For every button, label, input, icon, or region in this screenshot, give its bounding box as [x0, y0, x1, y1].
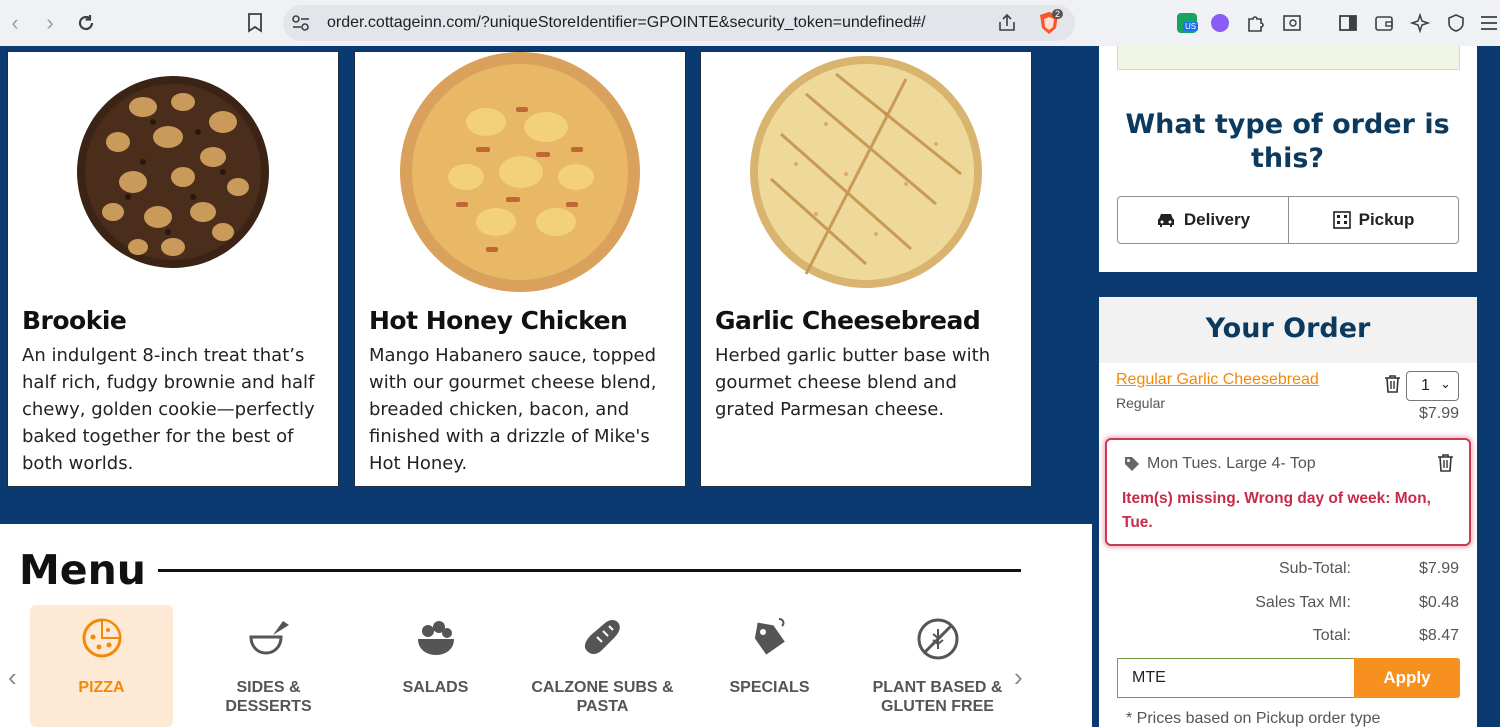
- coupon-name: Mon Tues. Large 4- Top: [1147, 455, 1316, 472]
- notice-box: [1117, 46, 1460, 70]
- shield-count-badge: 2: [1052, 9, 1064, 19]
- product-card-hot-honey-chicken[interactable]: Hot Honey Chicken Mango Habanero sauce, …: [354, 51, 686, 487]
- product-description: Mango Habanero sauce, topped with our go…: [369, 345, 657, 474]
- product-card-garlic-cheesebread[interactable]: Garlic Cheesebread Herbed garlic butter …: [700, 51, 1032, 487]
- share-icon[interactable]: [997, 13, 1017, 38]
- tag-icon: [1124, 456, 1140, 477]
- product-title: Brookie: [22, 306, 127, 335]
- order-item-size: Regular: [1116, 395, 1166, 411]
- browser-toolbar: ‹ › order.cottageinn.com/?uniqueStoreIde…: [0, 0, 1500, 47]
- order-type-question: What type of order is this?: [1125, 109, 1450, 174]
- back-icon[interactable]: ‹: [1, 9, 29, 37]
- tax-value: $0.48: [1418, 594, 1459, 611]
- order-item-price: $7.99: [1418, 405, 1459, 422]
- reload-icon[interactable]: [72, 9, 100, 37]
- site-settings-icon[interactable]: [291, 14, 311, 37]
- quantity-select[interactable]: 1 ⌄: [1406, 371, 1459, 401]
- promo-code-input[interactable]: [1117, 658, 1355, 698]
- carousel-prev-icon[interactable]: ‹: [8, 662, 17, 693]
- bookmark-icon[interactable]: [241, 9, 269, 37]
- pricing-note: * Prices based on Pickup order type: [1126, 710, 1381, 727]
- tag-icon: [698, 617, 841, 661]
- delivery-label: Delivery: [1183, 210, 1251, 229]
- url-text[interactable]: order.cottageinn.com/?uniqueStoreIdentif…: [327, 14, 926, 32]
- brookie-image: [8, 52, 338, 292]
- category-label: CALZONE SUBS & PASTA: [531, 679, 674, 715]
- brave-shield-icon[interactable]: 2: [1038, 9, 1064, 35]
- menu-hamburger-icon[interactable]: [1478, 12, 1500, 34]
- address-bar[interactable]: order.cottageinn.com/?uniqueStoreIdentif…: [283, 5, 1075, 41]
- carousel-next-icon[interactable]: ›: [1014, 662, 1023, 693]
- menu-divider: [158, 569, 1021, 572]
- pickup-button[interactable]: Pickup: [1288, 196, 1459, 244]
- apply-button[interactable]: Apply: [1354, 658, 1460, 698]
- category-label: SPECIALS: [729, 679, 810, 696]
- sidebar-toggle-icon[interactable]: [1337, 12, 1359, 34]
- category-specials[interactable]: SPECIALS: [698, 605, 841, 727]
- category-label: SALADS: [402, 679, 469, 696]
- extension-badge: US: [1183, 22, 1199, 31]
- chevron-down-icon: ⌄: [1440, 376, 1451, 391]
- category-pizza[interactable]: PIZZA: [30, 605, 173, 727]
- total-value: $8.47: [1418, 627, 1459, 644]
- order-item-link[interactable]: Regular Garlic Cheesebread: [1116, 371, 1319, 389]
- no-gluten-icon: [866, 617, 1009, 661]
- subtotal-value: $7.99: [1418, 560, 1459, 577]
- remove-coupon-icon[interactable]: [1437, 453, 1454, 477]
- pizza-icon: [30, 617, 173, 661]
- wallet-icon[interactable]: [1373, 12, 1395, 34]
- reader-mode-icon[interactable]: [1281, 12, 1303, 34]
- total-label: Total:: [1312, 627, 1351, 644]
- vpn-extension-icon[interactable]: US: [1176, 12, 1199, 34]
- leo-ai-icon[interactable]: [1409, 12, 1431, 34]
- category-salads[interactable]: SALADS: [364, 605, 507, 727]
- quantity-value: 1: [1421, 377, 1430, 394]
- category-label: PLANT BASED & GLUTEN FREE: [872, 679, 1003, 715]
- category-calzone-subs-pasta[interactable]: CALZONE SUBS & PASTA: [531, 605, 674, 727]
- product-card-brookie[interactable]: Brookie An indulgent 8-inch treat that’s…: [7, 51, 339, 487]
- coupon-card: Mon Tues. Large 4- Top Item(s) missing. …: [1105, 438, 1471, 546]
- pickup-label: Pickup: [1358, 210, 1415, 229]
- hot-honey-chicken-image: [355, 52, 685, 292]
- salad-icon: [364, 617, 507, 661]
- extension-purple-icon[interactable]: [1209, 12, 1231, 34]
- garlic-cheesebread-image: [701, 52, 1031, 292]
- delivery-button[interactable]: Delivery: [1117, 196, 1289, 244]
- product-description: An indulgent 8-inch treat that’s half ri…: [22, 345, 315, 474]
- car-icon: [1157, 214, 1174, 227]
- dessert-bowl-icon: [197, 617, 340, 661]
- category-plant-based-gluten-free[interactable]: PLANT BASED & GLUTEN FREE: [866, 605, 1009, 727]
- product-description: Herbed garlic butter base with gourmet c…: [715, 345, 991, 420]
- vpn-shield-icon[interactable]: [1445, 12, 1467, 34]
- coupon-error-message: Item(s) missing. Wrong day of week: Mon,…: [1122, 490, 1431, 531]
- category-label: PIZZA: [78, 679, 125, 696]
- product-title: Garlic Cheesebread: [715, 306, 981, 335]
- store-icon: [1332, 211, 1351, 229]
- bread-icon: [531, 617, 674, 661]
- product-title: Hot Honey Chicken: [369, 306, 628, 335]
- forward-icon[interactable]: ›: [36, 9, 64, 37]
- menu-heading: Menu: [19, 546, 146, 594]
- trash-icon[interactable]: [1384, 374, 1401, 398]
- tax-label: Sales Tax MI:: [1255, 594, 1351, 611]
- subtotal-label: Sub-Total:: [1278, 560, 1351, 577]
- category-sides-desserts[interactable]: SIDES & DESSERTS: [197, 605, 340, 727]
- extensions-puzzle-icon[interactable]: [1245, 12, 1267, 34]
- category-label: SIDES & DESSERTS: [225, 679, 312, 715]
- your-order-title: Your Order: [1205, 313, 1371, 344]
